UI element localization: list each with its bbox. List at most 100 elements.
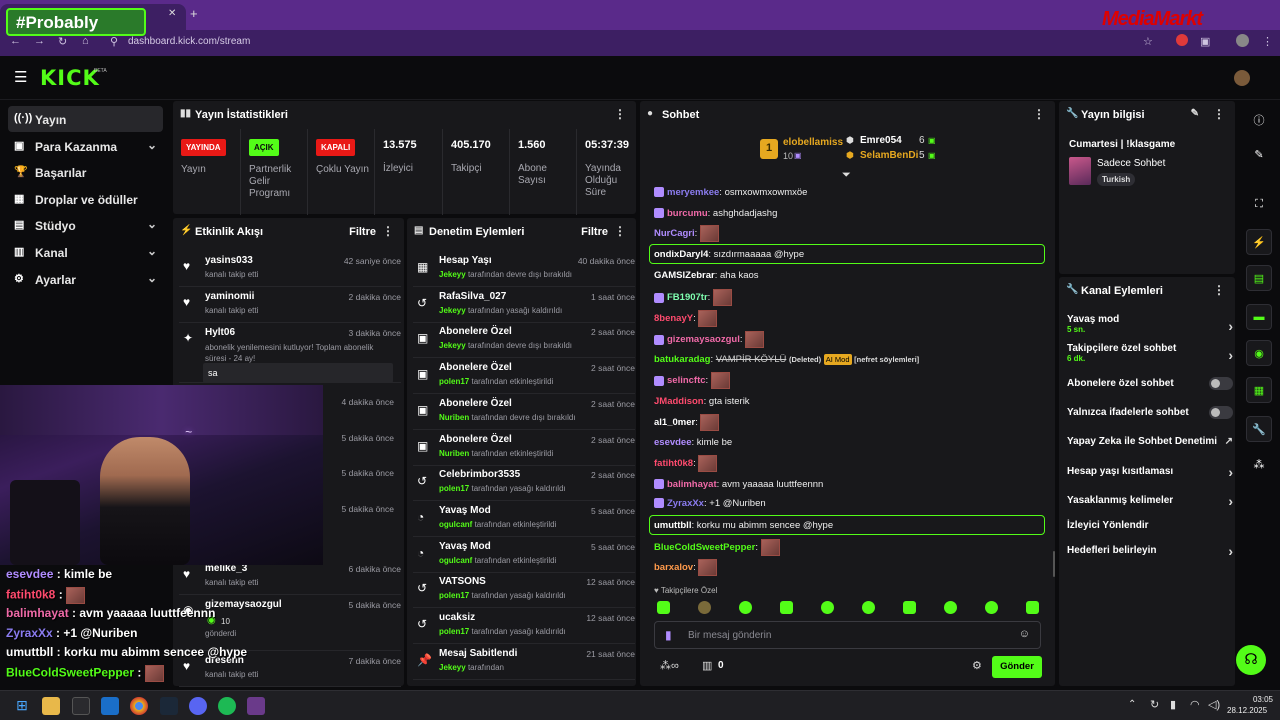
chevron-right-icon[interactable]: › — [1228, 543, 1233, 559]
kick-logo[interactable]: KICK — [40, 66, 100, 90]
apps-icon[interactable]: ⁂ — [1246, 452, 1272, 478]
more-options-icon[interactable]: ⋮ — [382, 224, 394, 238]
quick-emote-icon[interactable] — [739, 601, 752, 614]
moderation-row[interactable]: ↺ ucaksiz 12 saat önce polen17 tarafından y… — [413, 608, 635, 644]
chat-username[interactable]: barxalov — [654, 562, 693, 573]
chat-username[interactable]: meryemkee — [667, 187, 719, 198]
moderator-name[interactable]: ogulcanf — [439, 556, 472, 565]
chat-username[interactable]: esevdee — [654, 437, 692, 448]
activity-name[interactable]: yaminomii — [205, 291, 254, 302]
clock-time[interactable]: 03:05 — [1237, 695, 1273, 704]
chevron-down-icon[interactable]: ⌄ — [147, 271, 157, 285]
chat-username[interactable]: batukaradag — [654, 354, 711, 365]
filter-button[interactable]: Filtre — [581, 226, 608, 238]
fullscreen-icon[interactable]: ⛶ — [1246, 192, 1272, 218]
gifter-name[interactable]: Emre054 — [860, 135, 902, 146]
send-button[interactable]: Gönder — [992, 656, 1042, 678]
gifter-name[interactable]: SelamBenDi — [860, 150, 918, 161]
moderation-row[interactable]: 📌 Mesaj Sabitlendi 21 saat önce Jekeyy tara… — [413, 644, 635, 680]
category-name[interactable]: Sadece Sohbet — [1097, 158, 1165, 169]
chat-username[interactable]: NurCagri — [654, 228, 695, 239]
chat-username[interactable]: ondixDaryl4 — [654, 249, 708, 260]
language-tag[interactable]: Turkish — [1097, 173, 1136, 186]
store-icon[interactable] — [72, 697, 90, 715]
tray-sync-icon[interactable]: ↻ — [1150, 698, 1159, 711]
home-icon[interactable]: ⌂ — [82, 35, 89, 47]
channel-action-row[interactable]: Hedefleri belirleyin › — [1067, 543, 1233, 559]
moderation-row[interactable]: ▣ Abonelere Özel 2 saat önce Nuriben tarafı… — [413, 430, 635, 466]
store-icon[interactable]: ▥ — [702, 659, 712, 672]
activity-name[interactable]: gizemaysaozgul — [205, 599, 282, 610]
moderator-name[interactable]: Nuriben — [439, 449, 469, 458]
chat-username[interactable]: 8benayY — [654, 313, 693, 324]
edit-pencil-icon[interactable]: ✎ — [1191, 108, 1199, 119]
chat-username[interactable]: gizemaysaozgul — [667, 334, 740, 345]
quick-emote-icon[interactable] — [944, 601, 957, 614]
category-thumbnail[interactable] — [1069, 157, 1091, 185]
chat-icon[interactable]: ▬ — [1246, 304, 1272, 330]
moderator-name[interactable]: Jekeyy — [439, 341, 466, 350]
quick-emote-icon[interactable] — [903, 601, 916, 614]
chevron-down-icon[interactable]: ⌄ — [147, 217, 157, 231]
toggle-switch[interactable] — [1209, 406, 1233, 419]
discord-icon[interactable] — [189, 697, 207, 715]
channel-action-row[interactable]: Yavaş mod 5 sn. › — [1067, 314, 1233, 334]
emoji-picker-icon[interactable]: ☺ — [1019, 628, 1030, 640]
nav-item-st-dyo[interactable]: ▤ Stüdyo ⌄ — [8, 212, 163, 238]
more-options-icon[interactable]: ⋮ — [614, 107, 626, 121]
chevron-right-icon[interactable]: › — [1228, 464, 1233, 480]
moderator-name[interactable]: Jekeyy — [439, 270, 466, 279]
support-headset-icon[interactable]: ☊ — [1236, 645, 1266, 675]
outlook-icon[interactable] — [101, 697, 119, 715]
chat-username[interactable]: BlueColdSweetPepper — [654, 542, 755, 553]
chat-scrollbar[interactable] — [1053, 551, 1055, 577]
new-tab-icon[interactable]: + — [190, 6, 198, 21]
channel-action-row[interactable]: Abonelere özel sohbet — [1067, 377, 1233, 390]
quick-emote-icon[interactable] — [780, 601, 793, 614]
channel-action-row[interactable]: Yapay Zeka ile Sohbet Denetimi ↗ — [1067, 436, 1233, 447]
nav-item-para-kazanma[interactable]: ▣ Para Kazanma ⌄ — [8, 133, 163, 159]
moderator-name[interactable]: polen17 — [439, 591, 469, 600]
user-avatar[interactable] — [1234, 70, 1250, 86]
tray-volume-icon[interactable]: ◁) — [1208, 698, 1220, 711]
site-info-icon[interactable]: ⚲ — [110, 35, 118, 48]
filter-button[interactable]: Filtre — [349, 226, 376, 238]
chat-username[interactable]: selincftc — [667, 375, 706, 386]
more-options-icon[interactable]: ⋮ — [614, 224, 626, 238]
more-options-icon[interactable]: ⋮ — [1213, 283, 1225, 297]
moderator-name[interactable]: Jekeyy — [439, 663, 466, 672]
moderator-name[interactable]: Jekeyy — [439, 306, 466, 315]
moderation-row[interactable]: ▦ Hesap Yaşı 40 dakika önce Jekeyy tarafınd… — [413, 251, 635, 287]
moderation-row[interactable]: ↺ RafaSilva_027 1 saat önce Jekeyy tarafınd… — [413, 287, 635, 323]
moderation-row[interactable]: ▣ Abonelere Özel 2 saat önce Jekeyy tarafın… — [413, 322, 635, 359]
moderation-row[interactable]: ◔ Yavaş Mod 5 saat önce ogulcanf tarafından… — [413, 537, 635, 573]
chat-username[interactable]: GAMSIZebrar — [654, 270, 715, 281]
more-options-icon[interactable]: ⋮ — [1213, 107, 1225, 121]
chevron-right-icon[interactable]: › — [1228, 347, 1233, 363]
chat-username[interactable]: balimhayat — [667, 479, 717, 490]
channel-action-row[interactable]: Hesap yaşı kısıtlaması › — [1067, 464, 1233, 480]
lightning-icon[interactable]: ⚡ — [1246, 229, 1272, 255]
moderation-row[interactable]: ▣ Abonelere Özel 2 saat önce Nuriben tarafı… — [413, 394, 635, 430]
channel-action-row[interactable]: İzleyici Yönlendir — [1067, 520, 1233, 531]
channel-action-row[interactable]: Yasaklanmış kelimeler › — [1067, 493, 1233, 509]
spotify-icon[interactable] — [218, 697, 236, 715]
quick-emote-icon[interactable] — [698, 601, 711, 614]
bookmark-star-icon[interactable]: ☆ — [1143, 35, 1153, 48]
collapse-leaderboard-icon[interactable]: ⏷ — [842, 169, 851, 182]
tray-chevron-icon[interactable]: ⌃ — [1128, 699, 1136, 710]
document-icon[interactable]: ▤ — [1246, 265, 1272, 291]
hamburger-menu-icon[interactable]: ☰ — [14, 68, 27, 86]
chevron-down-icon[interactable]: ⌄ — [147, 138, 157, 152]
channel-action-row[interactable]: Takipçilere özel sohbet 6 dk. › — [1067, 343, 1233, 363]
moderation-row[interactable]: ↺ Celebrimbor3535 2 saat önce polen17 taraf… — [413, 465, 635, 502]
moderation-row[interactable]: ↺ VATSONS 12 saat önce polen17 tarafından y… — [413, 572, 635, 609]
back-icon[interactable]: ← — [10, 35, 21, 47]
quick-emote-icon[interactable] — [985, 601, 998, 614]
browser-menu-icon[interactable]: ⋮ — [1262, 35, 1273, 48]
moderator-name[interactable]: polen17 — [439, 627, 469, 636]
infinity-points-icon[interactable]: ⁂∞ — [660, 659, 679, 672]
wrench-icon[interactable]: 🔧 — [1246, 416, 1272, 442]
file-explorer-icon[interactable] — [42, 697, 60, 715]
chevron-down-icon[interactable]: ⌄ — [147, 244, 157, 258]
